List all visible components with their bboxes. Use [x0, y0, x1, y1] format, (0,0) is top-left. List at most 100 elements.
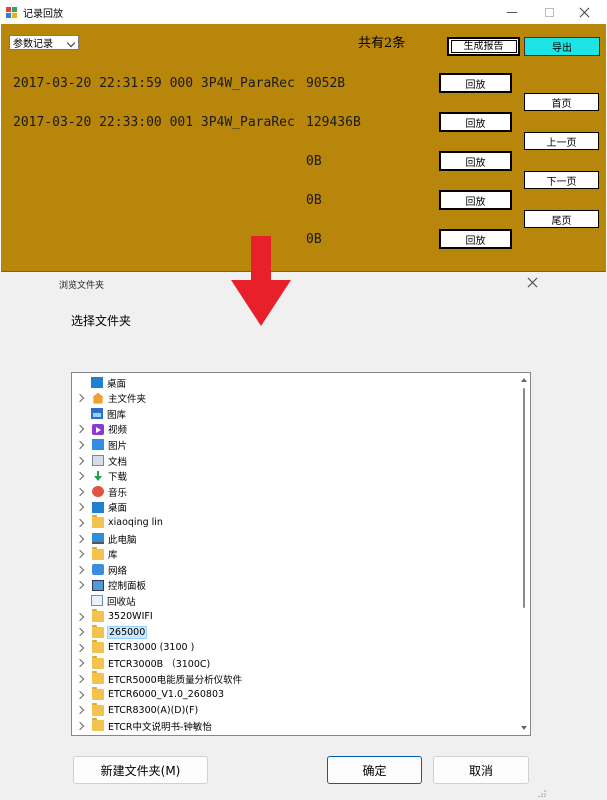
- expand-chevron-icon[interactable]: [75, 565, 85, 574]
- tree-item-label: ETCR3000B （3100C): [108, 659, 211, 671]
- prev-page-button[interactable]: 上一页: [524, 132, 599, 150]
- tree-item-label: 3520WIFI: [108, 611, 153, 622]
- tree-item[interactable]: 图库: [72, 406, 126, 421]
- expand-chevron-icon[interactable]: [75, 643, 85, 652]
- expand-chevron-icon[interactable]: [75, 612, 85, 621]
- minimize-icon: [507, 11, 517, 13]
- expand-chevron-icon[interactable]: [75, 674, 85, 684]
- tree-item[interactable]: 下载: [72, 469, 127, 484]
- folder-icon: [92, 640, 104, 654]
- record-time: 22:33:00: [99, 115, 162, 130]
- expand-chevron-icon[interactable]: [75, 440, 85, 450]
- folder-icon: [92, 655, 104, 669]
- record-name: 3P4W_ParaRec: [200, 115, 295, 130]
- expand-chevron-icon[interactable]: [75, 393, 85, 403]
- expand-chevron-icon[interactable]: [75, 705, 85, 715]
- tree-item-label: 音乐: [108, 487, 128, 499]
- tree-item-label: 图片: [108, 440, 128, 452]
- expand-chevron-icon[interactable]: [75, 627, 85, 637]
- tree-item[interactable]: ETCR中文说明书-钟敏怡: [72, 718, 212, 733]
- maximize-button[interactable]: [534, 0, 564, 24]
- tree-scrollbar[interactable]: [519, 374, 529, 734]
- record-size: 129436B: [306, 115, 361, 130]
- expand-chevron-icon[interactable]: [75, 503, 85, 512]
- tree-item[interactable]: 桌面: [72, 375, 126, 390]
- expand-chevron-icon[interactable]: [75, 581, 85, 590]
- minimize-button[interactable]: [497, 0, 527, 24]
- tree-item[interactable]: 图片: [72, 437, 127, 452]
- folder-icon: [92, 546, 104, 560]
- tree-item[interactable]: ETCR3000 (3100 ): [72, 640, 194, 655]
- tree-item-label: 桌面: [108, 503, 128, 515]
- tree-item[interactable]: 控制面板: [72, 578, 146, 593]
- expand-chevron-icon[interactable]: [75, 487, 85, 496]
- network-icon: [92, 564, 104, 576]
- playback-button-1[interactable]: 回放: [439, 73, 512, 93]
- record-type-select[interactable]: 参数记录: [9, 35, 79, 50]
- tree-item[interactable]: 265000: [72, 624, 148, 640]
- expand-chevron-icon[interactable]: [75, 659, 85, 668]
- expand-chevron-icon[interactable]: [75, 721, 85, 730]
- playback-button-5[interactable]: 回放: [439, 229, 512, 249]
- scroll-up-icon[interactable]: [521, 378, 527, 382]
- new-folder-button[interactable]: 新建文件夹(M): [73, 756, 208, 784]
- tree-item[interactable]: 库: [72, 546, 118, 562]
- tree-item[interactable]: 桌面: [72, 500, 127, 515]
- tree-item[interactable]: ETCR5000电能质量分析仪软件: [72, 671, 242, 686]
- dialog-prompt: 选择文件夹: [71, 314, 132, 328]
- playback-button-4[interactable]: 回放: [439, 190, 512, 210]
- export-button[interactable]: 导出: [524, 37, 600, 56]
- record-row-2: 2017-03-20 22:33:00 001 3P4W_ParaRec: [13, 115, 295, 130]
- scrollbar-thumb[interactable]: [523, 388, 525, 608]
- recycle-bin-icon: [91, 595, 103, 607]
- scroll-down-icon[interactable]: [521, 726, 527, 730]
- tree-item[interactable]: 文档: [72, 453, 127, 468]
- tree-item[interactable]: ETCR8300(A)(D)(F): [72, 702, 198, 718]
- playback-button-2[interactable]: 回放: [439, 112, 512, 132]
- expand-chevron-icon[interactable]: [75, 690, 85, 699]
- tree-item-label: 主文件夹: [108, 394, 147, 406]
- next-page-button[interactable]: 下一页: [524, 171, 599, 189]
- report-button-label: 生成报告: [450, 40, 517, 53]
- resize-grip-icon[interactable]: [538, 789, 546, 797]
- generate-report-button[interactable]: 生成报告: [447, 37, 520, 56]
- tree-item[interactable]: 主文件夹: [72, 391, 146, 406]
- expand-chevron-icon[interactable]: [75, 471, 85, 481]
- tree-item[interactable]: xiaoqing lin: [72, 515, 163, 530]
- expand-chevron-icon[interactable]: [75, 534, 85, 543]
- folder-icon: [92, 624, 104, 638]
- expand-chevron-icon[interactable]: [75, 456, 85, 465]
- tree-item[interactable]: 网络: [72, 562, 127, 577]
- tree-item[interactable]: ETCR6000_V1.0_260803: [72, 687, 224, 702]
- first-page-button[interactable]: 首页: [524, 93, 599, 111]
- tree-item[interactable]: 音乐: [72, 484, 127, 499]
- close-button[interactable]: [569, 0, 599, 24]
- expand-chevron-icon[interactable]: [75, 549, 85, 559]
- record-index: 001: [169, 115, 194, 130]
- tree-item[interactable]: 3520WIFI: [72, 609, 153, 624]
- record-panel: 参数记录 共有2条 生成报告 导出 2017-03-20 22:31:59 00…: [1, 24, 606, 272]
- tree-item[interactable]: 视频: [72, 422, 127, 437]
- folder-icon: [92, 702, 104, 716]
- record-time: 22:31:59: [99, 76, 162, 91]
- title-bar: 记录回放: [0, 0, 607, 24]
- expand-chevron-icon[interactable]: [75, 518, 85, 528]
- close-icon: [579, 7, 590, 18]
- ok-button[interactable]: 确定: [327, 756, 422, 784]
- expand-chevron-icon[interactable]: [75, 425, 85, 434]
- tree-item-label: 文档: [108, 456, 128, 468]
- browse-folder-dialog: 浏览文件夹 选择文件夹 桌面 主文件夹 图库 视频 图片 文档 下载 音乐 桌面 xiaoqing…: [51, 272, 555, 800]
- dialog-title: 浏览文件夹: [59, 281, 105, 291]
- folder-tree[interactable]: 桌面 主文件夹 图库 视频 图片 文档 下载 音乐 桌面 xiaoqing lin 此电脑库网络 控制…: [71, 372, 531, 736]
- cancel-button[interactable]: 取消: [433, 756, 529, 784]
- tree-item-label: 回收站: [107, 596, 136, 608]
- desktop-icon: [91, 377, 103, 388]
- tree-item[interactable]: 此电脑: [72, 531, 137, 546]
- tree-item[interactable]: ETCR3000B （3100C): [72, 655, 211, 671]
- playback-button-3[interactable]: 回放: [439, 151, 512, 171]
- control-panel-icon: [92, 579, 104, 591]
- maximize-icon: [544, 7, 554, 17]
- tree-item[interactable]: 回收站: [72, 593, 136, 608]
- last-page-button[interactable]: 尾页: [524, 210, 599, 228]
